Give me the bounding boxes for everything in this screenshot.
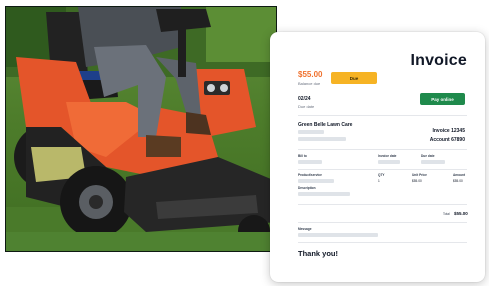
- message-label: Message: [298, 227, 312, 231]
- balance-amount: $55.00: [298, 70, 323, 79]
- description-placeholder: [298, 192, 350, 196]
- lawn-mower-photo: [5, 6, 277, 252]
- invoice-date-label: Invoice date: [378, 154, 397, 158]
- account-number: Account 67890: [429, 137, 465, 143]
- col-header-qty: QTY: [378, 173, 385, 177]
- due-date-value: 02/24: [298, 96, 311, 102]
- col-header-amount: Amount: [453, 173, 466, 177]
- product-placeholder: [298, 179, 334, 183]
- message-placeholder: [298, 233, 378, 237]
- row-qty: 1: [378, 179, 380, 183]
- row-amount: $55.00: [453, 179, 463, 183]
- col-header-unit-price: Unit Price: [412, 173, 427, 177]
- lawn-mower-illustration: [6, 7, 276, 251]
- divider: [298, 222, 467, 223]
- invoice-card: Invoice $55.00 Balance due Due 02/24 Due…: [270, 32, 485, 282]
- invoice-title: Invoice: [410, 52, 467, 69]
- due-date-label: Due date: [298, 104, 315, 109]
- due-date-field-placeholder: [421, 160, 445, 164]
- due-date-field-label: Due date: [421, 154, 435, 158]
- invoice-date-placeholder: [378, 160, 400, 164]
- balance-label: Balance due: [298, 81, 321, 86]
- thank-you-text: Thank you!: [298, 249, 339, 258]
- divider: [298, 169, 467, 170]
- divider: [298, 149, 467, 150]
- description-label: Description: [298, 186, 316, 190]
- divider: [298, 242, 467, 243]
- due-button[interactable]: Due: [331, 72, 377, 84]
- address-placeholder: [298, 137, 346, 141]
- bill-to-label: Bill to: [298, 154, 307, 158]
- invoice-number: Invoice 12345: [432, 128, 465, 134]
- total-label: Total: [443, 212, 450, 216]
- divider: [298, 115, 467, 116]
- bill-to-placeholder: [298, 160, 322, 164]
- row-unit-price: $55.00: [412, 179, 422, 183]
- total-value: $55.00: [454, 211, 468, 216]
- col-header-product: Product/service: [298, 173, 322, 177]
- divider: [298, 204, 467, 205]
- company-name: Green Belle Lawn Care: [298, 122, 353, 128]
- address-placeholder: [298, 130, 324, 134]
- pay-online-button[interactable]: Pay online: [420, 93, 465, 105]
